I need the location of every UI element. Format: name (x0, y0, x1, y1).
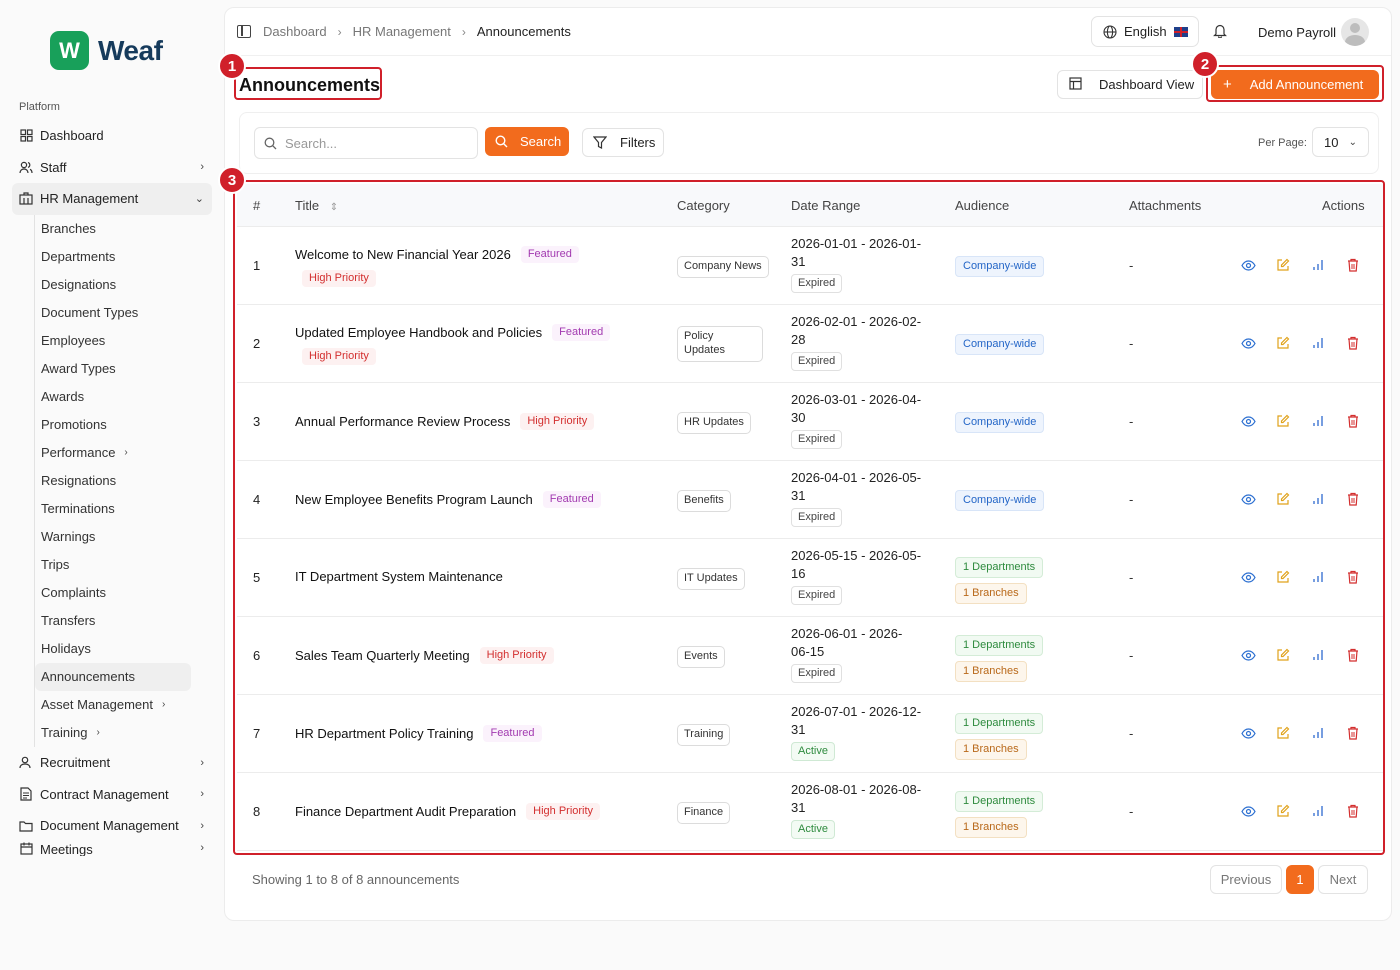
sidebar-item-hr-management[interactable]: HR Management ⌄ (12, 183, 212, 215)
per-page-label: Per Page: (1258, 137, 1307, 149)
grid-icon (19, 129, 33, 143)
sidebar-section-label: Platform (19, 101, 60, 113)
sidebar-item-label: Staff (40, 159, 67, 175)
submenu-item-departments[interactable]: Departments (35, 243, 191, 271)
sidebar-toggle-icon[interactable] (237, 25, 251, 38)
sidebar-item-staff[interactable]: Staff › (12, 152, 212, 184)
chevron-right-icon: › (200, 819, 204, 832)
submenu-item-awards[interactable]: Awards (35, 383, 191, 411)
submenu-item-complaints[interactable]: Complaints (35, 579, 191, 607)
language-selector[interactable]: English (1091, 16, 1199, 47)
chevron-right-icon: › (200, 841, 204, 854)
chevron-right-icon: › (200, 756, 204, 769)
breadcrumb-dashboard[interactable]: Dashboard (263, 24, 327, 39)
breadcrumb-hr-management[interactable]: HR Management (353, 24, 451, 39)
submenu-item-document-types[interactable]: Document Types (35, 299, 191, 327)
callout-box-title (234, 67, 382, 100)
chevron-right-icon: › (200, 161, 204, 174)
users-icon (19, 160, 33, 174)
chevron-down-icon: ⌄ (1348, 136, 1357, 148)
callout-box-add (1206, 65, 1384, 102)
sidebar-item-document-management[interactable]: Document Management › (12, 810, 212, 842)
callout-box-table (233, 180, 1385, 855)
callout-number-3: 3 (218, 166, 246, 194)
layout-icon (1069, 76, 1082, 93)
previous-page-button[interactable]: Previous (1210, 865, 1282, 894)
search-button[interactable]: Search (485, 127, 569, 156)
brand-logo[interactable]: W Weaf (50, 31, 163, 70)
per-page-select[interactable]: 10 ⌄ (1312, 127, 1369, 157)
filter-icon (593, 136, 607, 149)
globe-icon (1103, 24, 1117, 39)
sidebar-item-recruitment[interactable]: Recruitment › (12, 747, 212, 779)
chevron-right-icon: › (200, 788, 204, 801)
search-icon (495, 135, 508, 148)
sidebar-item-label: Dashboard (40, 128, 104, 144)
chevron-right-icon: › (124, 447, 128, 459)
sidebar-item-label: Meetings (40, 841, 93, 856)
sidebar-item-label: HR Management (40, 191, 139, 207)
folder-icon (19, 819, 33, 833)
page-button-current[interactable]: 1 (1286, 865, 1314, 894)
search-button-label: Search (520, 134, 562, 149)
building-icon (19, 192, 33, 206)
sidebar-item-dashboard[interactable]: Dashboard (12, 120, 212, 152)
bell-icon[interactable] (1213, 23, 1227, 41)
filters-label: Filters (620, 135, 656, 150)
logo-mark: W (50, 31, 89, 70)
dashboard-view-button[interactable]: Dashboard View (1057, 70, 1203, 99)
submenu-item-training[interactable]: Training › (35, 719, 191, 747)
filters-button[interactable]: Filters (582, 128, 664, 157)
sidebar-nav: Dashboard Staff › HR Management ⌄ Branch… (12, 120, 212, 856)
submenu-item-terminations[interactable]: Terminations (35, 495, 191, 523)
calendar-icon (19, 842, 33, 856)
breadcrumb: Dashboard › HR Management › Announcement… (263, 24, 571, 39)
chevron-right-icon: › (461, 24, 466, 39)
sidebar-item-meetings[interactable]: Meetings › (12, 842, 212, 856)
sidebar-item-label: Document Management (40, 818, 179, 834)
chevron-right-icon: › (337, 24, 342, 39)
avatar[interactable] (1341, 18, 1369, 46)
search-input[interactable] (285, 135, 465, 151)
per-page-value: 10 (1324, 134, 1339, 150)
callout-number-2: 2 (1191, 50, 1219, 78)
submenu-item-trips[interactable]: Trips (35, 551, 191, 579)
search-icon (264, 137, 277, 150)
pagination: Previous 1 Next (1210, 865, 1368, 894)
submenu-item-holidays[interactable]: Holidays (35, 635, 191, 663)
pagination-summary: Showing 1 to 8 of 8 announcements (252, 872, 460, 887)
logo-text: Weaf (98, 34, 163, 66)
submenu-item-transfers[interactable]: Transfers (35, 607, 191, 635)
uk-flag-icon (1173, 26, 1188, 37)
submenu-item-promotions[interactable]: Promotions (35, 411, 191, 439)
chevron-right-icon: › (162, 699, 166, 711)
next-page-button[interactable]: Next (1318, 865, 1368, 894)
submenu-item-resignations[interactable]: Resignations (35, 467, 191, 495)
callout-number-1: 1 (218, 52, 246, 80)
chevron-down-icon: ⌄ (194, 193, 204, 206)
submenu-item-performance[interactable]: Performance › (35, 439, 191, 467)
dashboard-view-label: Dashboard View (1099, 77, 1195, 92)
sidebar: W Weaf Platform Dashboard Staff › HR Man… (0, 0, 222, 930)
search-field[interactable] (254, 127, 478, 159)
hr-submenu: Branches Departments Designations Docume… (34, 214, 212, 747)
breadcrumb-current: Announcements (476, 24, 571, 39)
submenu-item-designations[interactable]: Designations (35, 271, 191, 299)
filter-bar: Search Filters Per Page: 10 ⌄ (239, 112, 1379, 174)
submenu-item-asset-management[interactable]: Asset Management › (35, 691, 191, 719)
submenu-item-warnings[interactable]: Warnings (35, 523, 191, 551)
sidebar-item-label: Contract Management (40, 786, 169, 802)
submenu-item-branches[interactable]: Branches (35, 215, 191, 243)
user-name[interactable]: Demo Payroll (1258, 25, 1336, 40)
submenu-item-award-types[interactable]: Award Types (35, 355, 191, 383)
sidebar-item-label: Recruitment (40, 755, 111, 771)
chevron-right-icon: › (96, 727, 100, 739)
sidebar-item-contract-management[interactable]: Contract Management › (12, 778, 212, 810)
language-label: English (1124, 24, 1167, 39)
top-bar: Dashboard › HR Management › Announcement… (225, 8, 1391, 56)
submenu-item-announcements[interactable]: Announcements (35, 662, 191, 691)
user-search-icon (19, 756, 33, 770)
submenu-item-employees[interactable]: Employees (35, 327, 191, 355)
file-text-icon (19, 787, 33, 801)
